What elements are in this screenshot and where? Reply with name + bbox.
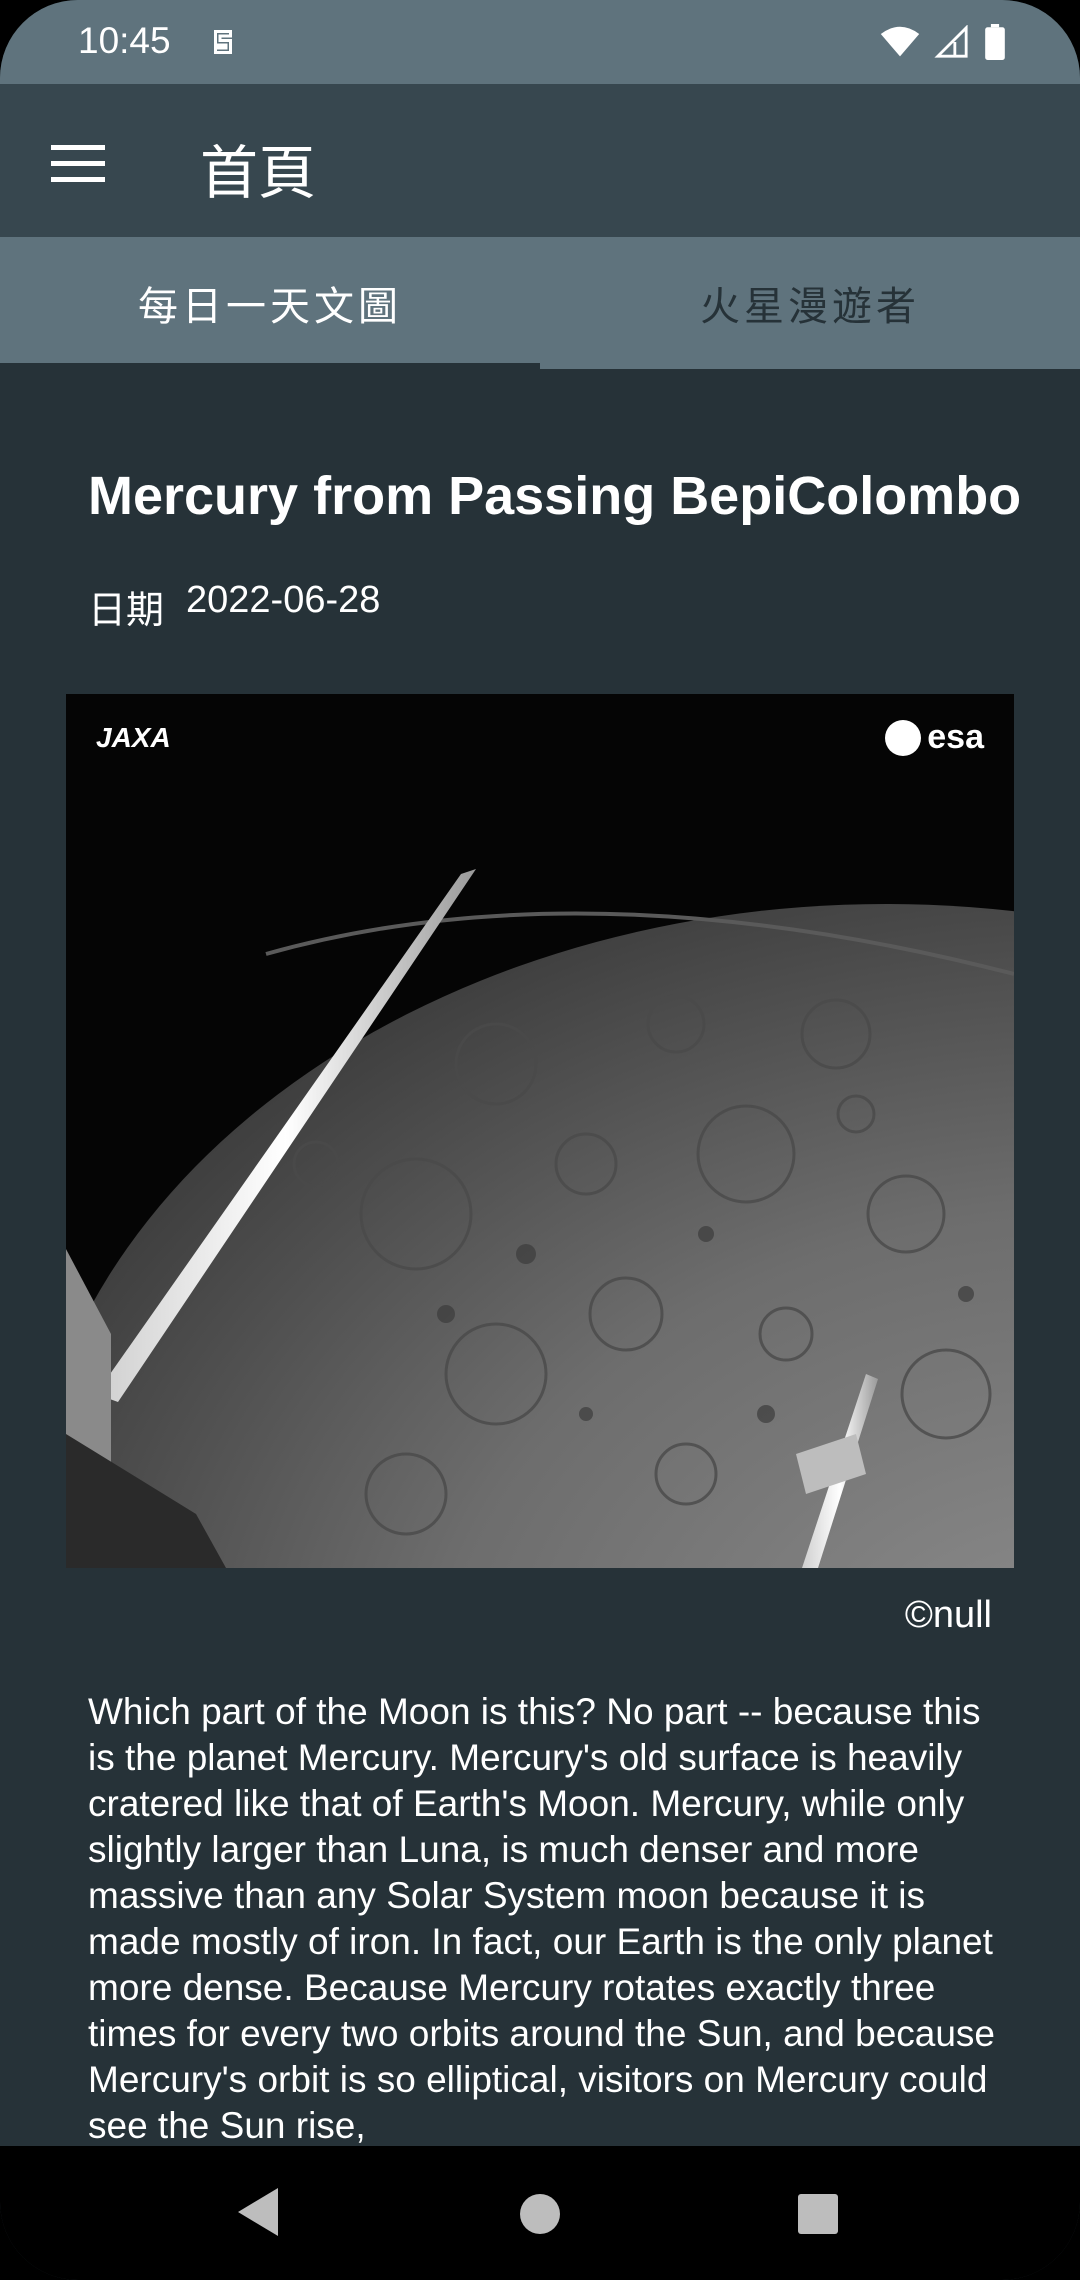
phone-screen: 10:45 首頁 每日一天文圖 火星漫遊者 Mercury from Passi… [0, 0, 1080, 2280]
tab-bar: 每日一天文圖 火星漫遊者 [0, 237, 1080, 369]
mercury-image [66, 694, 1014, 1568]
date-label: 日期 [88, 588, 165, 632]
tab-mars-rover[interactable]: 火星漫遊者 [540, 237, 1080, 369]
jaxa-logo: JAXA [96, 722, 171, 753]
status-icons [880, 24, 1006, 60]
app-bar: 首頁 [0, 84, 1080, 237]
status-time: 10:45 [78, 20, 171, 61]
signal-icon [934, 25, 968, 58]
sim-icon [214, 30, 232, 54]
recents-icon[interactable] [798, 2194, 838, 2234]
article-description: Which part of the Moon is this? No part … [88, 1691, 996, 2146]
esa-logo-text: esa [927, 718, 984, 756]
page-title: 首頁 [200, 139, 317, 207]
esa-logo-mark [885, 719, 922, 756]
date-value: 2022-06-28 [186, 579, 381, 621]
status-bar: 10:45 [0, 0, 1080, 84]
wifi-icon [880, 26, 920, 57]
esa-logo: esa [885, 718, 984, 757]
apod-image[interactable]: JAXA esa [66, 694, 1014, 1568]
navigation-bar [0, 2146, 1080, 2280]
hamburger-menu-icon [51, 145, 105, 182]
image-credit: ©null [904, 1594, 992, 1636]
menu-button[interactable] [40, 126, 116, 202]
home-icon[interactable] [520, 2194, 560, 2234]
battery-icon [985, 24, 1005, 60]
date-row: 日期 2022-06-28 [88, 579, 380, 634]
tab-apod[interactable]: 每日一天文圖 [0, 237, 540, 369]
article-title: Mercury from Passing BepiColombo [88, 466, 1022, 526]
back-icon[interactable] [236, 2186, 280, 2238]
article-content[interactable]: Mercury from Passing BepiColombo 日期 2022… [0, 369, 1080, 2146]
